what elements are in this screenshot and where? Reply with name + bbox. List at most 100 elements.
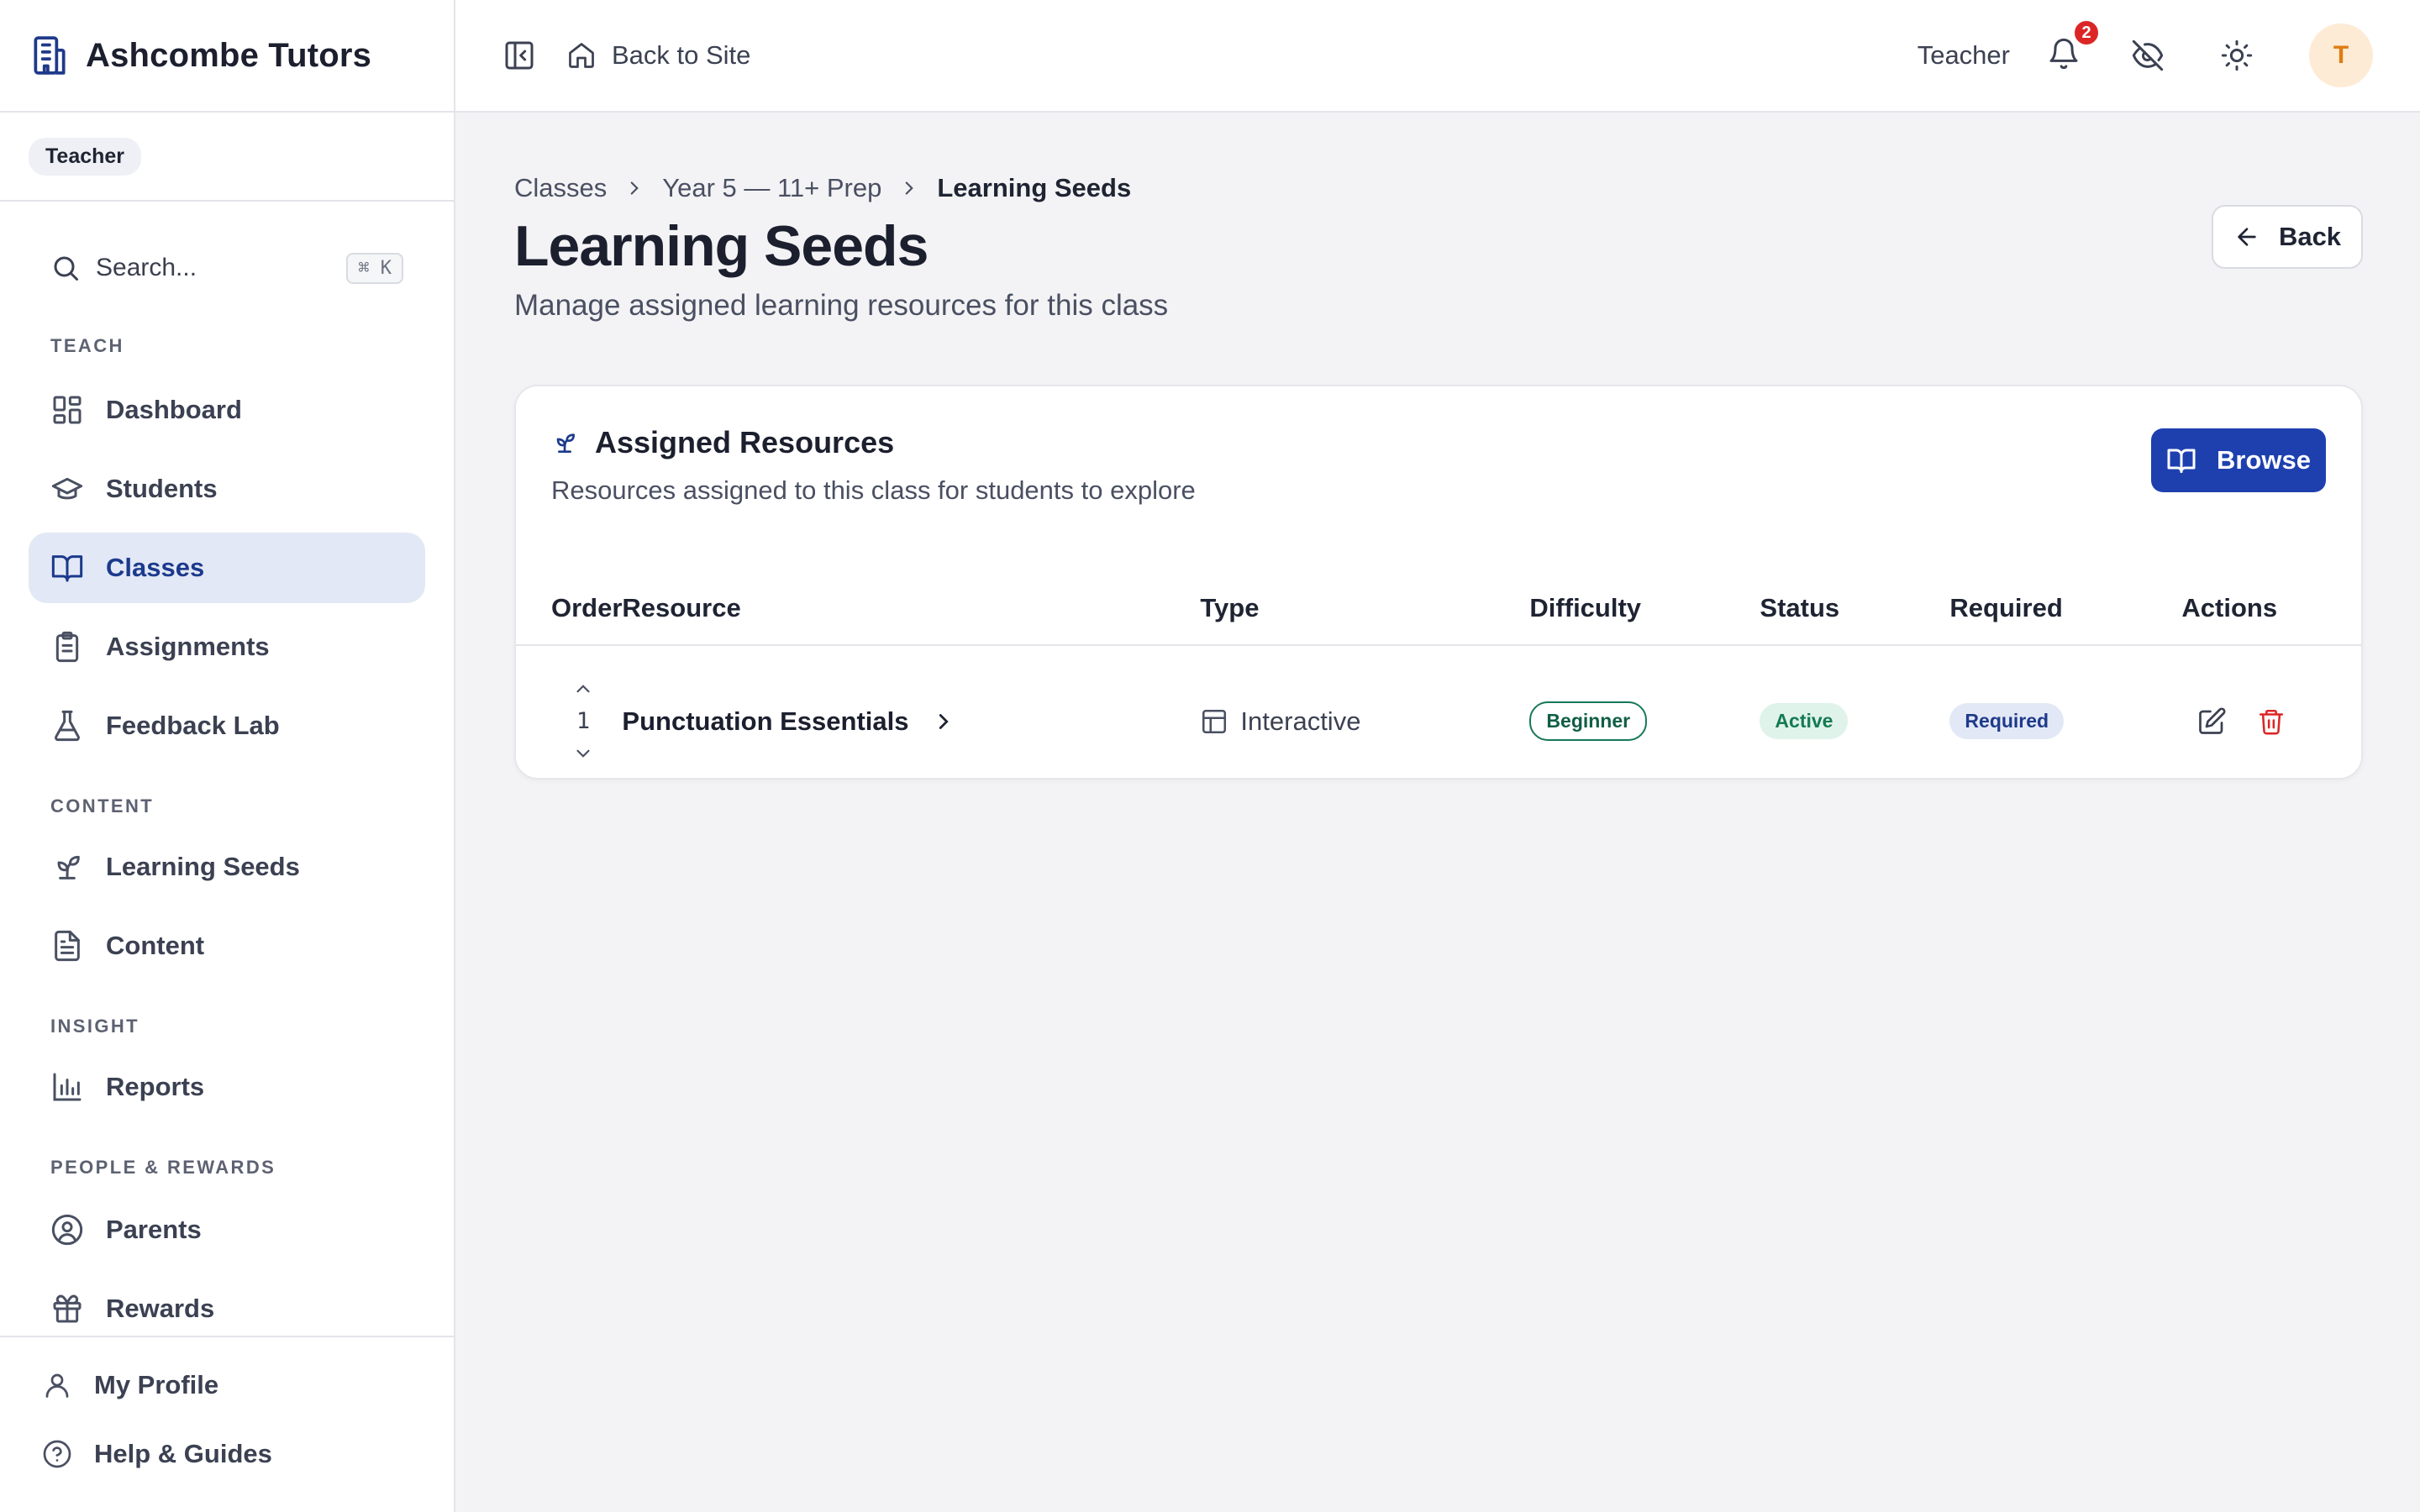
- resource-cell: Punctuation Essentials: [622, 645, 1200, 778]
- back-button-label: Back: [2278, 222, 2342, 251]
- arrow-left-icon: [2238, 228, 2256, 246]
- help-guides-label: Help & Guides: [94, 1439, 272, 1468]
- sidebar-item-feedback-lab[interactable]: Feedback Lab: [29, 690, 425, 761]
- search-input[interactable]: Search... ⌘ K: [29, 232, 425, 304]
- column-header-resource: Resource: [622, 571, 1201, 646]
- sidebar-item-learning-seeds[interactable]: Learning Seeds: [29, 832, 425, 902]
- column-header-required: Required: [1949, 571, 2182, 646]
- card-title-text: Assigned Resources: [595, 425, 895, 459]
- help-guides-link[interactable]: Help & Guides: [0, 1420, 454, 1488]
- role-label: Teacher: [1917, 40, 2010, 70]
- panel-left-close-icon: [505, 41, 534, 70]
- resource-type: Interactive: [1240, 706, 1361, 736]
- sprout-icon: [556, 433, 575, 453]
- difficulty-cell: Beginner: [1529, 645, 1760, 778]
- browse-button[interactable]: Browse: [2151, 428, 2326, 492]
- assigned-resources-card: Assigned Resources Resources assigned to…: [514, 385, 2363, 780]
- table-row: 1 Punctuation Essentials Interactive Beg…: [516, 645, 2361, 778]
- section-label-insight: INSIGHT: [50, 1016, 140, 1037]
- card-subtitle: Resources assigned to this class for stu…: [551, 475, 1196, 505]
- collapse-sidebar-button[interactable]: [501, 37, 538, 74]
- back-button[interactable]: Back: [2212, 205, 2363, 269]
- section-label-teach: TEACH: [50, 335, 124, 356]
- page-title: Learning Seeds: [514, 214, 929, 278]
- back-to-site-link[interactable]: Back to Site: [566, 40, 750, 71]
- section-label-content: CONTENT: [50, 795, 155, 816]
- sidebar-item-dashboard[interactable]: Dashboard: [29, 375, 425, 445]
- sidebar-item-label: Learning Seeds: [106, 852, 300, 881]
- sun-icon[interactable]: [2220, 39, 2254, 72]
- search-icon: [54, 256, 78, 281]
- user-icon: [45, 1373, 69, 1398]
- brand[interactable]: Ashcombe Tutors: [0, 0, 454, 113]
- chevron-right-icon: [939, 713, 949, 729]
- role-row: Teacher: [0, 113, 454, 202]
- sidebar-item-label: Assignments: [106, 632, 270, 661]
- my-profile-label: My Profile: [94, 1370, 219, 1399]
- book-open-icon: [2167, 449, 2196, 473]
- flask-icon: [55, 710, 80, 742]
- sidebar-item-label: Feedback Lab: [106, 711, 280, 740]
- sidebar-item-rewards[interactable]: Rewards: [29, 1273, 425, 1344]
- sprout-icon: [57, 855, 80, 879]
- column-header-order: Order: [516, 571, 623, 646]
- chevron-right-icon: [906, 181, 914, 195]
- breadcrumb: Classes Year 5 — 11+ Prep Learning Seeds: [514, 173, 2363, 203]
- required-cell: Required: [1949, 645, 2181, 778]
- search-shortcut: ⌘ K: [346, 252, 403, 284]
- sidebar: Ashcombe Tutors Teacher Search... ⌘ K TE…: [0, 0, 455, 1512]
- order-number: 1: [576, 708, 591, 734]
- sidebar-item-label: Reports: [106, 1072, 205, 1101]
- sidebar-item-reports[interactable]: Reports: [29, 1052, 425, 1122]
- user-circle-icon: [51, 1214, 83, 1246]
- resources-table: Order Resource Type Difficulty Status Re…: [516, 571, 2361, 778]
- sidebar-item-label: Content: [106, 931, 205, 960]
- sidebar-item-students[interactable]: Students: [29, 454, 425, 524]
- page-subtitle: Manage assigned learning resources for t…: [514, 289, 1169, 322]
- role-chip: Teacher: [29, 137, 142, 176]
- column-header-status: Status: [1760, 571, 1950, 646]
- column-header-difficulty: Difficulty: [1529, 571, 1760, 646]
- sidebar-item-assignments[interactable]: Assignments: [29, 612, 425, 682]
- topbar: Back to Site Teacher 2 T: [455, 0, 2420, 113]
- sidebar-item-parents[interactable]: Parents: [29, 1194, 425, 1265]
- sidebar-item-classes[interactable]: Classes: [29, 533, 425, 603]
- chevron-down-icon[interactable]: [572, 743, 594, 764]
- table-header-row: Order Resource Type Difficulty Status Re…: [516, 571, 2361, 646]
- title-row: Learning Seeds Manage assigned learning …: [514, 205, 2363, 323]
- type-cell: Interactive: [1200, 645, 1529, 778]
- file-text-icon: [55, 930, 80, 962]
- notification-badge: 2: [2072, 18, 2101, 47]
- breadcrumb-current: Learning Seeds: [937, 173, 1132, 202]
- column-header-type: Type: [1200, 571, 1530, 646]
- status-cell: Active: [1760, 645, 1949, 778]
- sidebar-item-label: Dashboard: [106, 395, 242, 424]
- sidebar-item-label: Parents: [106, 1215, 202, 1244]
- clipboard-list-icon: [55, 631, 79, 663]
- chevron-right-icon: [630, 181, 639, 195]
- actions-cell: [2181, 645, 2361, 778]
- sidebar-item-content[interactable]: Content: [29, 911, 425, 981]
- card-header: Assigned Resources Resources assigned to…: [516, 386, 2361, 571]
- gift-icon: [53, 1294, 82, 1323]
- sidebar-item-label: Rewards: [106, 1294, 215, 1323]
- building-icon: [34, 36, 66, 75]
- notifications-button[interactable]: 2: [2047, 18, 2101, 74]
- chevron-up-icon[interactable]: [572, 678, 594, 700]
- status-badge: Active: [1760, 703, 1849, 739]
- resource-link[interactable]: Punctuation Essentials: [622, 706, 1200, 737]
- breadcrumb-classes[interactable]: Classes: [514, 173, 607, 203]
- breadcrumb-class-name[interactable]: Year 5 — 11+ Prep: [662, 173, 881, 203]
- eye-off-icon[interactable]: [2131, 39, 2165, 72]
- edit-icon[interactable]: [2196, 706, 2227, 737]
- bar-chart-icon: [53, 1073, 82, 1101]
- section-label-people-rewards: PEOPLE & REWARDS: [50, 1157, 276, 1178]
- sidebar-item-label: Classes: [106, 553, 205, 582]
- my-profile-link[interactable]: My Profile: [0, 1351, 454, 1420]
- sidebar-footer: My Profile Help & Guides: [0, 1336, 454, 1512]
- avatar[interactable]: T: [2309, 24, 2373, 87]
- trash-icon[interactable]: [2257, 707, 2286, 736]
- column-header-actions: Actions: [2181, 571, 2361, 646]
- card-title: Assigned Resources: [551, 425, 2326, 460]
- search-placeholder: Search...: [96, 254, 197, 281]
